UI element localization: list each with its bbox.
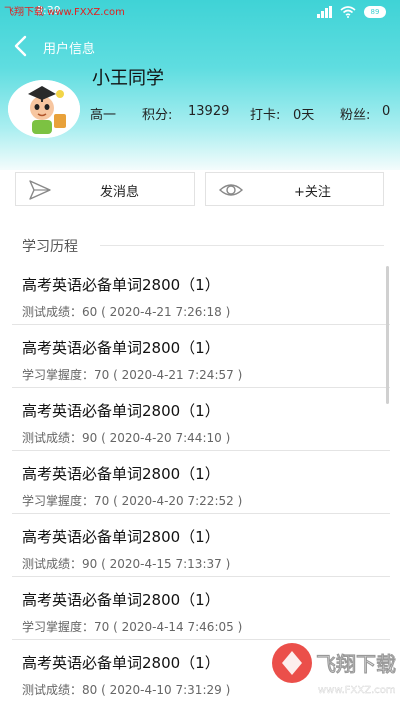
send-icon [29,180,51,200]
scrollbar[interactable] [386,266,389,404]
item-detail: 学习掌握度：70 ( 2020-4-14 7:46:05 ) [22,620,243,634]
item-detail: 学习掌握度：70 ( 2020-4-21 7:24:57 ) [22,368,243,382]
list-item[interactable]: 高考英语必备单词2800（1） 学习掌握度：70 ( 2020-4-14 7:4… [12,577,390,640]
logo-text: 飞翔下载 [316,652,396,676]
item-title: 高考英语必备单词2800（1） [22,402,220,420]
follow-label: +关注 [294,185,331,200]
fxxz-logo-icon: 飞翔下载 www.FXXZ.com [272,643,396,696]
list-item[interactable]: 高考英语必备单词2800（1） 测试成绩：90 ( 2020-4-20 7:44… [12,388,390,451]
follow-button[interactable]: +关注 [205,172,384,206]
page-title: 用户信息 [43,42,96,57]
item-title: 高考英语必备单词2800（1） [22,465,220,483]
grade-label: 高一 [90,108,117,123]
eye-icon [218,184,244,196]
list-item[interactable]: 高考英语必备单词2800（1） 测试成绩：60 ( 2020-4-21 7:26… [12,262,390,325]
item-title: 高考英语必备单词2800（1） [22,339,220,357]
avatar-image [8,80,80,138]
logo-url: www.FXXZ.com [318,685,396,696]
item-title: 高考英语必备单词2800（1） [22,591,220,609]
item-title: 高考英语必备单词2800（1） [22,276,220,294]
list-item[interactable]: 高考英语必备单词2800（1） 学习掌握度：70 ( 2020-4-20 7:2… [12,451,390,514]
item-detail: 学习掌握度：70 ( 2020-4-20 7:22:52 ) [22,494,243,508]
status-icons: 89 [317,6,386,18]
points-value: 13929 [188,104,230,119]
send-message-button[interactable]: 发消息 [15,172,195,206]
battery-icon: 89 [364,6,386,18]
list-item[interactable]: 高考英语必备单词2800（1） 测试成绩：90 ( 2020-4-15 7:13… [12,514,390,577]
signal-icon [317,6,332,18]
username: 小王同学 [92,68,164,89]
item-detail: 测试成绩：90 ( 2020-4-15 7:13:37 ) [22,557,231,571]
checkin-label: 打卡: [250,108,281,123]
fans-label: 粉丝: [340,108,371,123]
history-section-title: 学习历程 [22,239,78,255]
item-detail: 测试成绩：80 ( 2020-4-10 7:31:29 ) [22,683,231,697]
item-title: 高考英语必备单词2800（1） [22,654,220,672]
fans-value: 0 [382,104,391,119]
item-detail: 测试成绩：90 ( 2020-4-20 7:44:10 ) [22,431,231,445]
send-message-label: 发消息 [100,185,140,200]
points-label: 积分: [142,108,173,123]
item-title: 高考英语必备单词2800（1） [22,528,220,546]
checkin-value: 0天 [293,108,315,123]
item-detail: 测试成绩：60 ( 2020-4-21 7:26:18 ) [22,305,231,319]
watermark-text: 飞翔下载 www.FXXZ.com [4,7,125,18]
corner-logo: 飞翔下载 www.FXXZ.com [262,633,400,711]
section-divider [100,245,384,246]
back-arrow-icon[interactable] [10,34,34,58]
avatar[interactable] [8,80,80,138]
list-item[interactable]: 高考英语必备单词2800（1） 学习掌握度：70 ( 2020-4-21 7:2… [12,325,390,388]
status-bar: 8:39 飞翔下载 www.FXXZ.com 89 [0,0,400,26]
wifi-icon [340,6,356,18]
